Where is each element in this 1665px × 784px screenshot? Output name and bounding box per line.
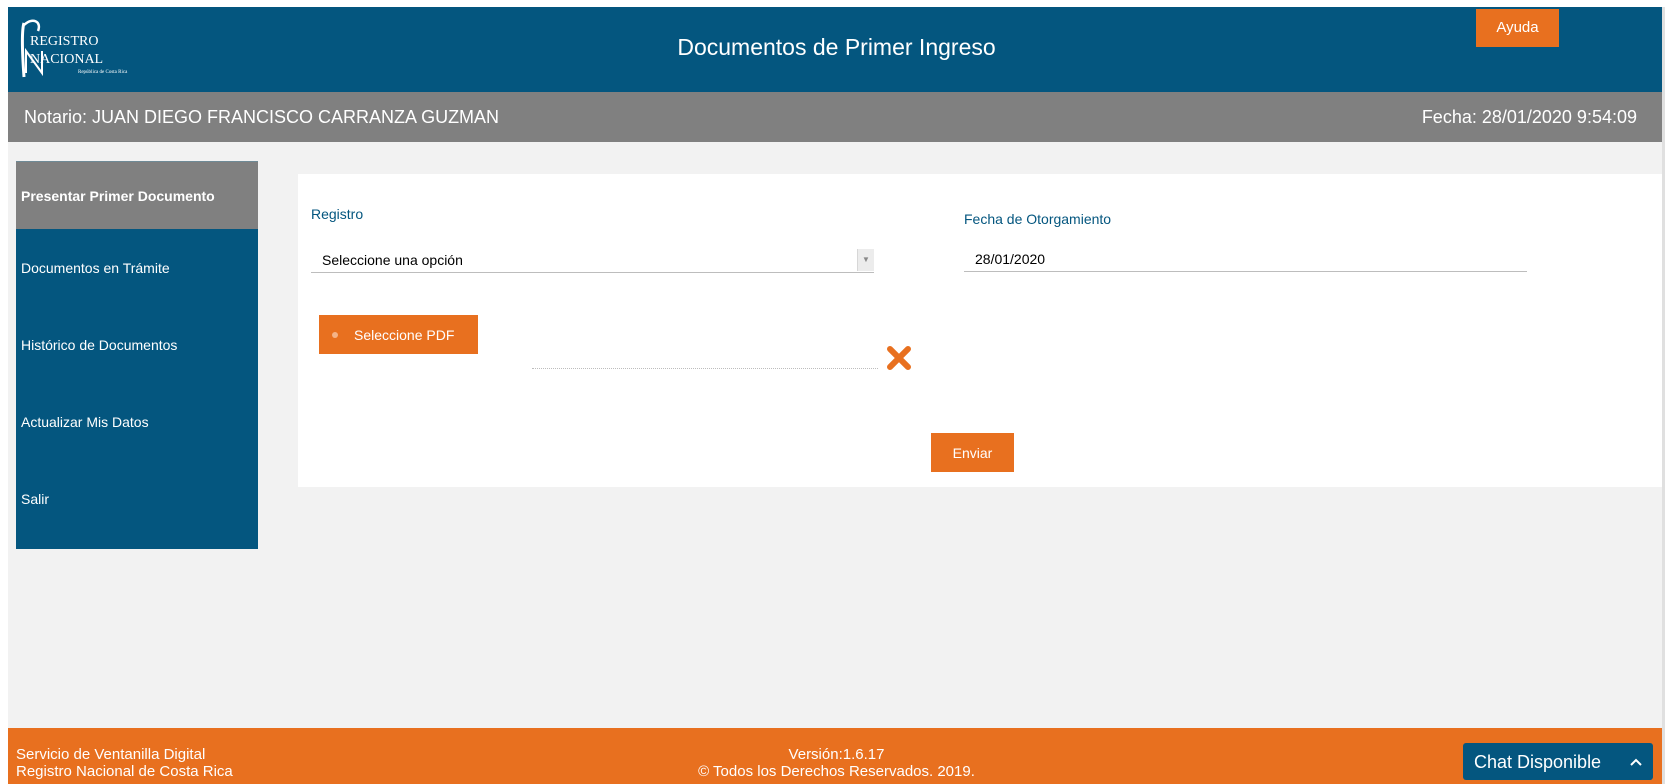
fecha-otorgamiento-label: Fecha de Otorgamiento: [964, 211, 1112, 227]
app-header: REGISTRO NACIONAL República de Costa Ric…: [8, 7, 1665, 92]
registro-label: Registro: [311, 206, 364, 222]
sidebar-item-label: Presentar Primer Documento: [21, 187, 215, 204]
page-title: Documentos de Primer Ingreso: [677, 34, 996, 60]
sidebar-item-label: Actualizar Mis Datos: [21, 413, 149, 430]
sidebar-item-salir[interactable]: Salir: [16, 460, 258, 537]
help-button[interactable]: Ayuda: [1476, 9, 1559, 47]
select-pdf-label: Seleccione PDF: [354, 326, 455, 343]
registro-select-value: Seleccione una opción: [322, 252, 463, 268]
chevron-up-icon[interactable]: [1629, 755, 1643, 769]
send-button[interactable]: Enviar: [931, 433, 1014, 472]
sidebar-item-label: Documentos en Trámite: [21, 259, 170, 276]
notary-name: Notario: JUAN DIEGO FRANCISCO CARRANZA G…: [24, 107, 500, 127]
footer-copyright: © Todos los Derechos Reservados. 2019.: [698, 763, 975, 780]
sidebar-item-documentos-en-tramite[interactable]: Documentos en Trámite: [16, 229, 258, 306]
sidebar-item-label: Salir: [21, 490, 50, 507]
sidebar-item-label: Histórico de Documentos: [21, 336, 178, 353]
current-date: Fecha: 28/01/2020 9:54:09: [1421, 107, 1637, 127]
select-pdf-button[interactable]: Seleccione PDF: [319, 315, 478, 354]
registro-select[interactable]: Seleccione una opción ▼: [311, 246, 874, 273]
file-name-field: [532, 367, 878, 369]
chat-widget[interactable]: Chat Disponible: [1463, 743, 1653, 780]
footer-version-info: Versión:1.6.17 © Todos los Derechos Rese…: [8, 746, 1665, 780]
fecha-otorgamiento-input[interactable]: [964, 246, 1527, 272]
upload-icon: [332, 331, 338, 338]
chat-label: Chat Disponible: [1474, 752, 1602, 772]
sidebar-item-actualizar-mis-datos[interactable]: Actualizar Mis Datos: [16, 383, 258, 460]
sidebar-item-historico-de-documentos[interactable]: Histórico de Documentos: [16, 306, 258, 383]
close-icon[interactable]: [885, 344, 913, 372]
svg-text:República de Costa Rica: República de Costa Rica: [78, 70, 128, 75]
app-footer: Servicio de Ventanilla Digital Registro …: [8, 728, 1665, 784]
user-info-bar: Notario: JUAN DIEGO FRANCISCO CARRANZA G…: [8, 92, 1665, 142]
document-form-panel: Registro Seleccione una opción ▼ Fecha d…: [298, 174, 1663, 487]
sidebar-nav: Presentar Primer Documento Documentos en…: [16, 161, 258, 549]
app-frame: REGISTRO NACIONAL República de Costa Ric…: [8, 7, 1665, 784]
footer-version: Versión:1.6.17: [788, 746, 885, 763]
sidebar-item-presentar-primer-documento[interactable]: Presentar Primer Documento: [16, 161, 258, 229]
chevron-down-icon[interactable]: ▼: [857, 249, 874, 271]
